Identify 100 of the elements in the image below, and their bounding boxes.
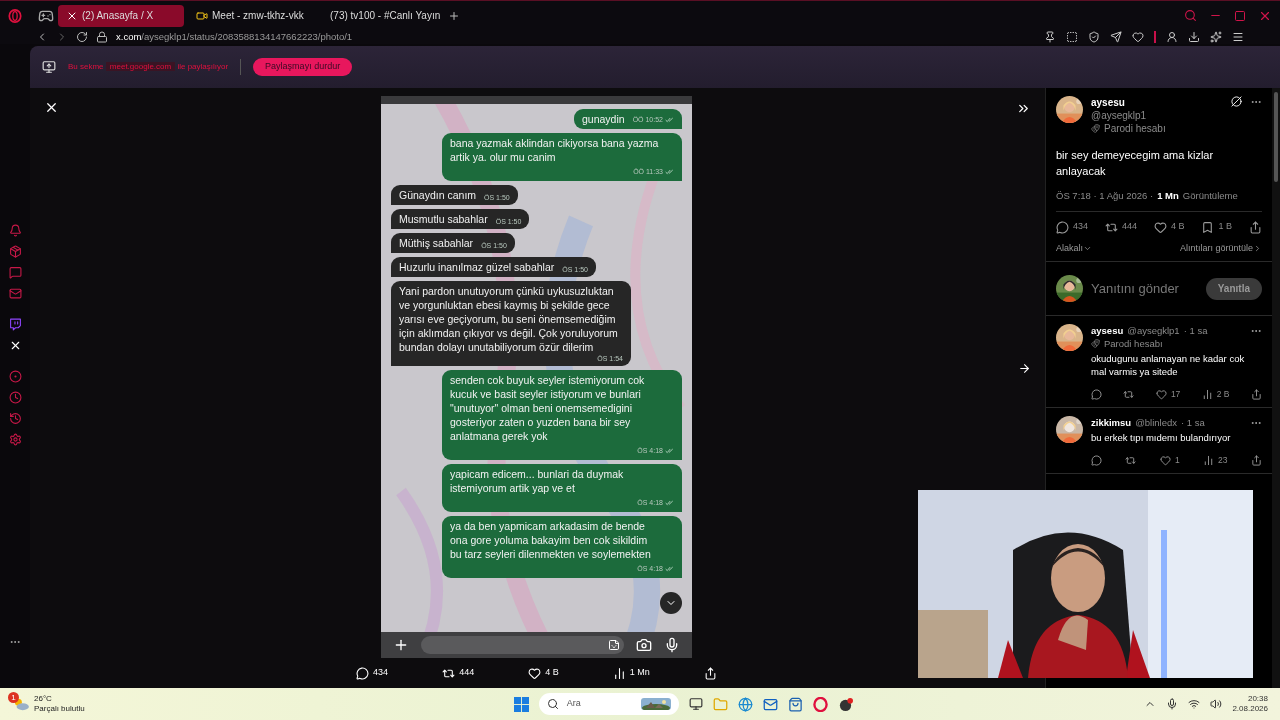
read-receipt-icon — [665, 566, 674, 573]
parody-label: Parodi hesabı — [1104, 337, 1163, 351]
twitch-icon[interactable] — [8, 318, 22, 331]
browser-icon[interactable] — [737, 696, 753, 712]
reply-field[interactable]: Yanıtını gönder — [1091, 279, 1198, 299]
tab-title: (73) tv100 - #Canlı Yayın — [330, 9, 441, 23]
chat-icon[interactable] — [8, 266, 22, 279]
bookmark-icon[interactable] — [1201, 220, 1215, 234]
browser-tab[interactable]: Meet - zmw-tkhz-vkk — [188, 4, 314, 27]
share-icon[interactable] — [1250, 455, 1262, 467]
record-icon[interactable] — [8, 370, 22, 383]
user-handle[interactable]: @aysegklp1 — [1127, 324, 1180, 338]
download-icon[interactable] — [1188, 31, 1200, 43]
menu-icon[interactable] — [1232, 31, 1244, 43]
opera-logo-icon[interactable] — [812, 696, 828, 712]
message-text: Müthiş sabahlar — [399, 236, 474, 250]
mask-icon — [1091, 124, 1100, 133]
browser-tab[interactable]: (73) tv100 - #Canlı Yayın — [318, 4, 444, 27]
pin-icon[interactable] — [1044, 31, 1056, 43]
screen-share-icon — [42, 60, 56, 74]
read-receipt-icon — [665, 169, 674, 176]
ai-icon[interactable] — [1210, 31, 1222, 43]
share-icon[interactable] — [1251, 389, 1262, 401]
package-icon[interactable] — [8, 245, 22, 258]
bell-icon[interactable] — [8, 224, 22, 237]
message-text: ya da ben yapmicam arkadasim de bende ona gore yoluma bakayim ben cok sikildim bu tarz seyleri dilenmekten ve soylemekten — [450, 519, 652, 561]
reply-button[interactable]: Yanıtla — [1205, 277, 1262, 300]
snapshot-icon[interactable] — [1066, 31, 1078, 43]
like-count: 4 B — [545, 666, 559, 680]
display-name[interactable]: zikkimsu — [1091, 416, 1132, 430]
camera-icon[interactable] — [636, 637, 652, 654]
reply-icon[interactable] — [1091, 389, 1102, 401]
settings-icon[interactable] — [8, 433, 22, 446]
notification-badge: 1 — [8, 692, 19, 703]
mail-icon[interactable] — [8, 287, 22, 300]
sticker-icon[interactable] — [608, 639, 620, 652]
display-name[interactable]: aysesu — [1091, 96, 1223, 109]
maximize-icon[interactable] — [1234, 9, 1246, 22]
heart-icon[interactable] — [1132, 31, 1144, 43]
opera-logo-icon[interactable] — [8, 8, 22, 23]
history-icon[interactable] — [8, 412, 22, 425]
views-icon[interactable] — [1201, 389, 1213, 401]
views-label: Görüntüleme — [1182, 189, 1238, 203]
quotes-link[interactable]: Alıntıları görüntüle — [1179, 241, 1262, 256]
views-count: 23 — [1218, 454, 1228, 468]
reply-text: okudugunu anlamayan ne kadar cok mal varmis ya sitede — [1091, 352, 1246, 379]
mic-icon[interactable] — [1166, 698, 1179, 710]
new-tab-icon[interactable] — [448, 9, 460, 22]
next-arrow-icon[interactable] — [1018, 362, 1031, 375]
sharing-text: Bu sekme meet.google.com ile paylaşılıyor — [68, 61, 229, 73]
display-name[interactable]: aysesu — [1091, 324, 1124, 338]
volume-icon[interactable] — [1210, 698, 1223, 710]
search-icon — [546, 698, 559, 710]
views-count: 1 Mn — [629, 666, 650, 680]
user-handle[interactable]: @blinledx — [1135, 416, 1177, 430]
lock-icon — [96, 31, 108, 43]
post-time: · 1 sa — [1181, 416, 1205, 430]
windows-logo-icon[interactable] — [513, 696, 529, 712]
temperature: 26°C — [34, 694, 53, 704]
browser-tab[interactable]: (2) Anasayfa / X — [58, 4, 184, 27]
network-icon[interactable] — [1188, 698, 1201, 710]
send-icon[interactable] — [1110, 31, 1122, 43]
clock-date[interactable]: 2.08.2026 — [1232, 704, 1268, 714]
shield-icon[interactable] — [1088, 31, 1100, 43]
like-count: 4 B — [1171, 220, 1185, 234]
views-icon[interactable] — [612, 666, 626, 680]
message-text: Musmutlu sabahlar — [399, 212, 488, 226]
reload-icon[interactable] — [76, 31, 88, 43]
clock-icon[interactable] — [8, 391, 22, 404]
close-icon[interactable] — [44, 100, 59, 115]
account-icon[interactable] — [1166, 31, 1178, 43]
taskbar-search-field[interactable]: Ara — [538, 693, 679, 715]
app-icon[interactable] — [837, 696, 853, 712]
views-count: 2 B — [1216, 388, 1230, 402]
share-icon[interactable] — [703, 666, 717, 680]
stop-sharing-button[interactable]: Paylaşmayı durdur — [253, 58, 353, 76]
store-icon[interactable] — [787, 696, 803, 712]
mic-icon[interactable] — [664, 637, 680, 654]
caret-icon — [1083, 244, 1092, 253]
message-input-field[interactable] — [421, 636, 624, 655]
message-text: Huzurlu inanılmaz güzel sabahlar — [399, 260, 555, 274]
camera-icon — [196, 9, 208, 22]
parody-label: Parodi hesabı — [1104, 122, 1166, 135]
clock-time[interactable]: 20:38 — [1247, 694, 1268, 704]
search-icon[interactable] — [1184, 9, 1197, 22]
like-count: 1 — [1174, 454, 1180, 468]
like-icon[interactable] — [528, 666, 542, 680]
views-icon[interactable] — [1203, 455, 1215, 467]
tab-title: (2) Anasayfa / X — [82, 9, 154, 23]
sort-dropdown[interactable]: Alakalı — [1056, 241, 1092, 256]
reply-text: bu erkek tıpı mıdemı bulandırıyor — [1091, 431, 1232, 445]
reply-icon[interactable] — [1091, 455, 1102, 467]
reply-count: 434 — [1073, 220, 1089, 234]
share-icon[interactable] — [1248, 220, 1262, 234]
task-view-icon[interactable] — [688, 697, 703, 711]
like-icon[interactable] — [1154, 220, 1167, 234]
mail-icon[interactable] — [762, 696, 778, 712]
reply-icon[interactable] — [1056, 220, 1069, 234]
user-handle[interactable]: @aysegklp1 — [1091, 109, 1223, 122]
address-field[interactable]: x.com/aysegklp1/status/2083588134147662223/photo/1 — [116, 29, 353, 45]
